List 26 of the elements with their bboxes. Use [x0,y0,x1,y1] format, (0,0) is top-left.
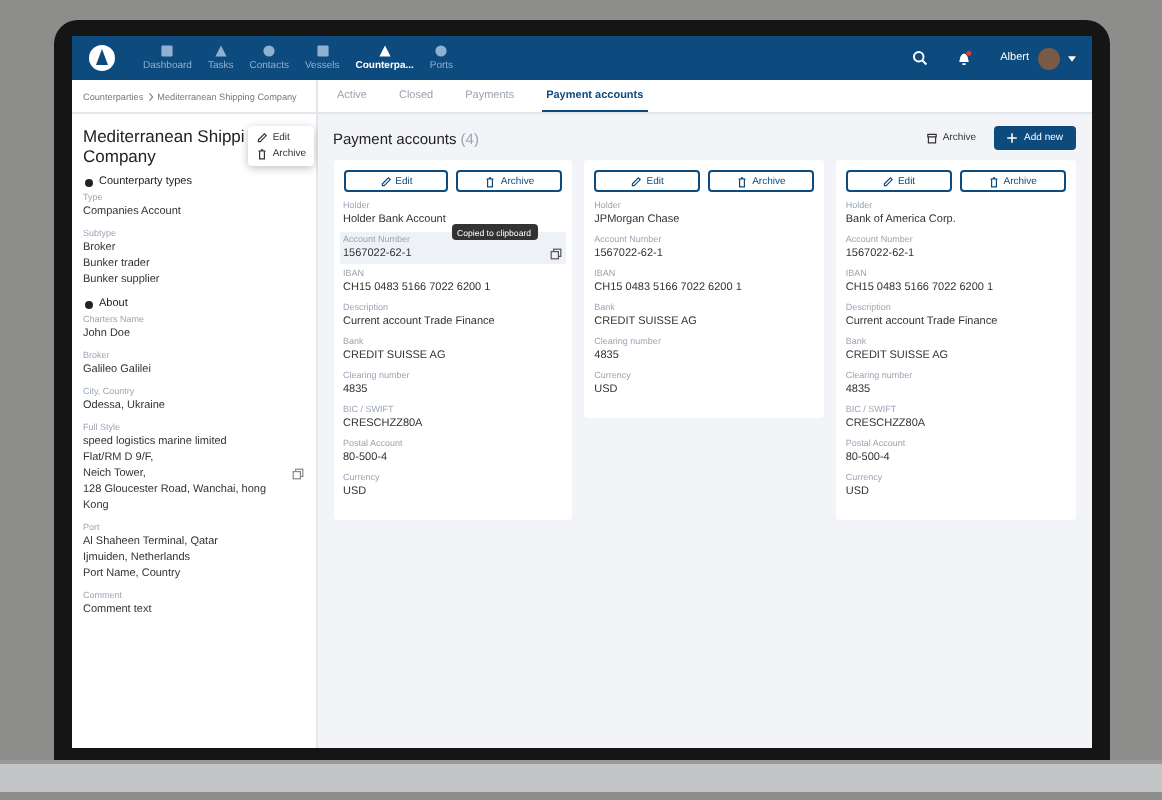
section-icon [83,299,93,309]
caret-icon[interactable] [1067,55,1075,61]
company-title: Mediterranean Shippi Company [83,126,245,166]
archive-box-icon [926,132,939,144]
trash-icon [484,175,497,187]
chevron-icon [147,91,154,101]
pencil-icon [379,175,392,187]
grid-icon [160,44,175,58]
search-icon[interactable] [912,50,929,66]
pencil-icon [881,175,894,187]
circle-icon [262,44,277,58]
trash-icon [256,148,269,160]
triangle-icon [213,44,228,58]
bell-icon[interactable] [956,50,973,66]
pencil-icon [630,175,643,187]
plus-icon [1006,132,1019,144]
trash-icon [987,175,1000,187]
copy-icon[interactable] [550,248,563,260]
trash-icon [736,175,749,187]
grid-icon [315,44,330,58]
triangle-icon [377,44,392,58]
pencil-icon [256,132,269,144]
logo-icon [87,44,115,72]
section-icon [83,177,93,187]
circle-icon [434,44,449,58]
copy-icon[interactable] [291,468,303,480]
